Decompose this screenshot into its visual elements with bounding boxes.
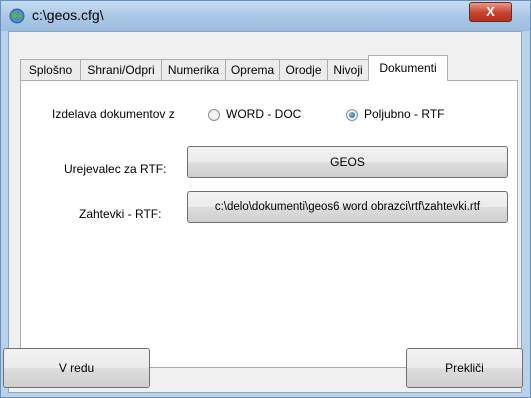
word-doc-label[interactable]: WORD - DOC	[226, 107, 301, 121]
globe-icon	[9, 8, 25, 24]
poljubno-rtf-label[interactable]: Poljubno - RTF	[364, 107, 444, 121]
rtf-editor-label: Urejevalec za RTF:	[64, 162, 167, 176]
document-source-label: Izdelava dokumentov z	[52, 107, 175, 121]
rtf-editor-button[interactable]: GEOS	[187, 146, 508, 178]
radio-selected-dot-icon	[349, 112, 355, 118]
dokumenti-panel: Izdelava dokumentov z WORD - DOC Poljubn…	[20, 80, 518, 368]
tab-numerika[interactable]: Numerika	[161, 59, 226, 80]
close-icon: X	[486, 4, 495, 19]
requests-rtf-path-button[interactable]: c:\delo\dokumenti\geos6 word obrazci\rtf…	[187, 191, 508, 223]
dialog-window: c:\geos.cfg\ X Splošno Shrani/Odpri Nume…	[0, 0, 531, 398]
tab-orodje[interactable]: Orodje	[279, 59, 328, 80]
tab-oprema[interactable]: Oprema	[225, 59, 280, 80]
requests-rtf-label: Zahtevki - RTF:	[79, 207, 162, 221]
dialog-client-area: Splošno Shrani/Odpri Numerika Oprema Oro…	[3, 31, 523, 393]
tab-splosno[interactable]: Splošno	[20, 59, 81, 80]
title-bar[interactable]: c:\geos.cfg\ X	[1, 1, 530, 31]
tab-dokumenti[interactable]: Dokumenti	[368, 55, 448, 81]
cancel-button[interactable]: Prekliči	[406, 348, 523, 388]
window-title: c:\geos.cfg\	[32, 7, 104, 23]
word-doc-radio[interactable]	[208, 109, 220, 121]
close-button[interactable]: X	[469, 2, 512, 22]
ok-button[interactable]: V redu	[3, 348, 150, 388]
tab-nivoji[interactable]: Nivoji	[327, 59, 369, 80]
tab-shrani-odpri[interactable]: Shrani/Odpri	[80, 59, 162, 80]
poljubno-rtf-radio[interactable]	[346, 109, 358, 121]
